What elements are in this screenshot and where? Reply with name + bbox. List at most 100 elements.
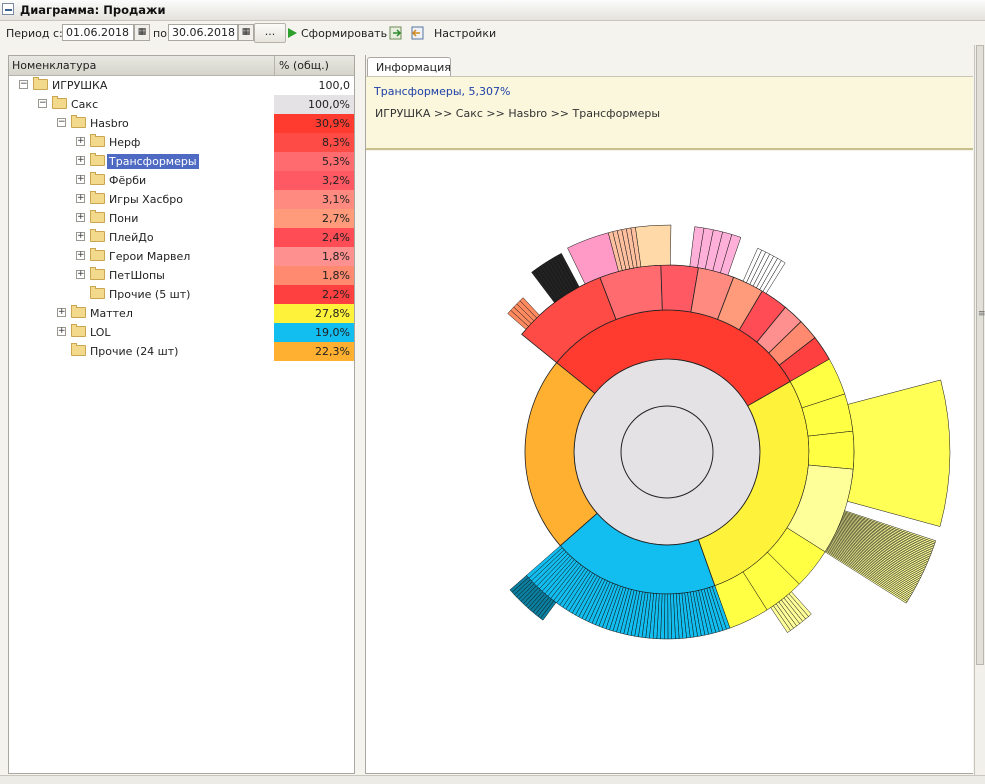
run-report-label: Сформировать xyxy=(301,26,388,40)
tree-item-name[interactable]: Трансформеры xyxy=(107,154,199,169)
tree-item-name[interactable]: Фёрби xyxy=(107,173,148,188)
sunburst-fringe[interactable] xyxy=(635,224,672,268)
folder-icon xyxy=(71,324,86,337)
tree-item-name[interactable]: ПлейДо xyxy=(107,230,156,245)
scrollbar[interactable]: ≡ xyxy=(974,45,985,775)
export-icon[interactable] xyxy=(388,25,404,41)
tree-row[interactable]: + LOL 19,0% xyxy=(9,323,354,342)
tree-item-name[interactable]: Hasbro xyxy=(88,116,131,131)
period-select-button[interactable]: ... xyxy=(254,23,286,43)
collapse-icon[interactable]: − xyxy=(38,99,47,108)
play-icon xyxy=(288,28,297,38)
sunburst-chart[interactable] xyxy=(366,151,973,773)
window-icon xyxy=(2,3,14,15)
tree-row[interactable]: − Hasbro 30,9% xyxy=(9,114,354,133)
tree-row[interactable]: + Герои Марвел 1,8% xyxy=(9,247,354,266)
sunburst-center-root[interactable] xyxy=(620,405,714,499)
expand-icon[interactable]: + xyxy=(57,308,66,317)
col-nomenclature[interactable]: Номенклатура xyxy=(12,59,96,72)
tree-item-name[interactable]: Прочие (24 шт) xyxy=(88,344,180,359)
folder-icon xyxy=(90,153,105,166)
expand-icon[interactable]: + xyxy=(57,327,66,336)
resize-grip-icon[interactable]: ≡ xyxy=(978,309,985,319)
import-icon[interactable] xyxy=(409,25,425,41)
tree-item-percent: 3,2% xyxy=(274,171,354,190)
period-from-field[interactable]: 01.06.2018 xyxy=(62,24,134,41)
selected-item-path: ИГРУШКА >> Сакс >> Hasbro >> Трансформер… xyxy=(375,107,661,120)
tree-item-percent: 27,8% xyxy=(274,304,354,323)
tree-row[interactable]: + Трансформеры 5,3% xyxy=(9,152,354,171)
tree-item-name[interactable]: Сакс xyxy=(69,97,100,112)
tree-row[interactable]: + Пони 2,7% xyxy=(9,209,354,228)
tree-item-name[interactable]: Игры Хасбро xyxy=(107,192,185,207)
expand-icon[interactable]: + xyxy=(76,156,85,165)
tree-row[interactable]: − Сакс 100,0% xyxy=(9,95,354,114)
selected-item-info: Трансформеры, 5,307% xyxy=(374,85,511,98)
tree-row[interactable]: Прочие (5 шт) 2,2% xyxy=(9,285,354,304)
tree-row[interactable]: + Фёрби 3,2% xyxy=(9,171,354,190)
tree-item-name[interactable]: Нерф xyxy=(107,135,142,150)
tree-item-percent: 2,4% xyxy=(274,228,354,247)
sunburst-fringe[interactable] xyxy=(807,430,855,470)
tree-item-percent: 3,1% xyxy=(274,190,354,209)
collapse-icon[interactable]: − xyxy=(57,118,66,127)
expand-icon[interactable]: + xyxy=(76,232,85,241)
period-to-field[interactable]: 30.06.2018 xyxy=(168,24,238,41)
tab-info[interactable]: Информация xyxy=(367,57,451,76)
tree-row[interactable]: + Маттел 27,8% xyxy=(9,304,354,323)
info-box: Трансформеры, 5,307% ИГРУШКА >> Сакс >> … xyxy=(366,76,973,150)
tree-row[interactable]: + Игры Хасбро 3,1% xyxy=(9,190,354,209)
tree-item-percent: 1,8% xyxy=(274,247,354,266)
folder-icon xyxy=(71,343,86,356)
folder-icon xyxy=(90,229,105,242)
folder-icon xyxy=(71,305,86,318)
expand-icon[interactable]: + xyxy=(76,251,85,260)
tree-item-name[interactable]: Прочие (5 шт) xyxy=(107,287,192,302)
col-percent[interactable]: % (общ.) xyxy=(279,59,329,72)
calendar-icon[interactable]: ▦ xyxy=(134,24,150,41)
folder-icon xyxy=(71,115,86,128)
tree-item-name[interactable]: Герои Марвел xyxy=(107,249,192,264)
tree-row[interactable]: Прочие (24 шт) 22,3% xyxy=(9,342,354,361)
tree-item-percent: 100,0% xyxy=(274,95,354,114)
tree-item-percent: 100,0 xyxy=(274,76,354,95)
folder-icon xyxy=(90,134,105,147)
tree-row[interactable]: − ИГРУШКА 100,0 xyxy=(9,76,354,95)
tree-item-name[interactable]: LOL xyxy=(88,325,113,340)
expand-icon[interactable]: + xyxy=(76,137,85,146)
tree-item-percent: 22,3% xyxy=(274,342,354,361)
tree-header: Номенклатура % (общ.) xyxy=(9,56,354,76)
tree-item-percent: 5,3% xyxy=(274,152,354,171)
tree-item-percent: 30,9% xyxy=(274,114,354,133)
folder-icon xyxy=(90,172,105,185)
tree-item-name[interactable]: ПетШопы xyxy=(107,268,167,283)
window-title: Диаграмма: Продажи xyxy=(20,3,166,17)
window-titlebar: Диаграмма: Продажи xyxy=(0,0,985,21)
folder-icon xyxy=(90,210,105,223)
chart-area xyxy=(366,151,973,773)
tree-row[interactable]: + ПетШопы 1,8% xyxy=(9,266,354,285)
sunburst-fringe[interactable] xyxy=(847,379,951,527)
tree-item-name[interactable]: Маттел xyxy=(88,306,135,321)
tree-item-name[interactable]: Пони xyxy=(107,211,140,226)
settings-button[interactable]: Настройки xyxy=(434,27,496,40)
folder-icon xyxy=(33,77,48,90)
expand-icon[interactable]: + xyxy=(76,270,85,279)
run-report-button[interactable]: Сформировать xyxy=(288,24,387,42)
tree-item-percent: 2,7% xyxy=(274,209,354,228)
calendar-icon[interactable]: ▦ xyxy=(238,24,254,41)
collapse-icon[interactable]: − xyxy=(19,80,28,89)
period-from-label: Период с: xyxy=(6,27,63,40)
tree-item-percent: 2,2% xyxy=(274,285,354,304)
folder-icon xyxy=(52,96,67,109)
tree-row[interactable]: + ПлейДо 2,4% xyxy=(9,228,354,247)
folder-icon xyxy=(90,286,105,299)
tree-row[interactable]: + Нерф 8,3% xyxy=(9,133,354,152)
scrollbar-thumb[interactable] xyxy=(976,45,984,665)
tree-item-name[interactable]: ИГРУШКА xyxy=(50,78,109,93)
expand-icon[interactable]: + xyxy=(76,213,85,222)
expand-icon[interactable]: + xyxy=(76,175,85,184)
folder-icon xyxy=(90,248,105,261)
expand-icon[interactable]: + xyxy=(76,194,85,203)
folder-icon xyxy=(90,191,105,204)
